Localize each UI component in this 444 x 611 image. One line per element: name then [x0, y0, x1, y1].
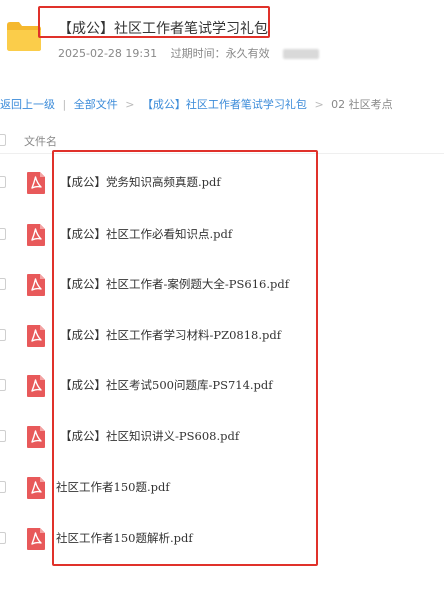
- pdf-icon: [27, 274, 45, 296]
- file-checkbox[interactable]: [0, 430, 6, 442]
- file-checkbox[interactable]: [0, 481, 6, 493]
- chevron-right-icon: >: [125, 98, 135, 111]
- chevron-right-icon: >: [314, 98, 324, 111]
- file-checkbox[interactable]: [0, 532, 6, 544]
- all-files-link[interactable]: 全部文件: [74, 98, 118, 111]
- pdf-icon: [27, 172, 45, 194]
- column-name-header[interactable]: 文件名: [24, 133, 57, 149]
- pdf-icon: [27, 477, 45, 499]
- file-checkbox[interactable]: [0, 176, 6, 188]
- breadcrumb: 返回上一级 | 全部文件 > 【成公】社区工作者笔试学习礼包 > 02 社区考点: [0, 96, 393, 112]
- file-checkbox[interactable]: [0, 379, 6, 391]
- pdf-icon: [27, 325, 45, 347]
- pdf-icon: [27, 224, 45, 246]
- owner-name-redacted: [283, 49, 320, 59]
- share-expiry: 过期时间：永久有效: [170, 47, 270, 60]
- folder-link[interactable]: 【成公】社区工作者笔试学习礼包: [142, 98, 307, 111]
- current-folder: 02 社区考点: [331, 98, 393, 111]
- pdf-icon: [27, 426, 45, 448]
- file-list-highlight-box: [52, 150, 318, 566]
- pdf-icon: [27, 375, 45, 397]
- back-link[interactable]: 返回上一级: [0, 98, 55, 111]
- select-all-checkbox[interactable]: [0, 134, 6, 146]
- share-meta: 2025-02-28 19:31 过期时间：永久有效: [58, 45, 320, 61]
- folder-icon: [7, 22, 41, 51]
- title-highlight-box: [38, 6, 270, 38]
- share-date: 2025-02-28 19:31: [58, 47, 158, 60]
- pdf-icon: [27, 528, 45, 550]
- file-checkbox[interactable]: [0, 329, 6, 341]
- file-checkbox[interactable]: [0, 278, 6, 290]
- file-checkbox[interactable]: [0, 228, 6, 240]
- breadcrumb-divider: |: [62, 98, 67, 111]
